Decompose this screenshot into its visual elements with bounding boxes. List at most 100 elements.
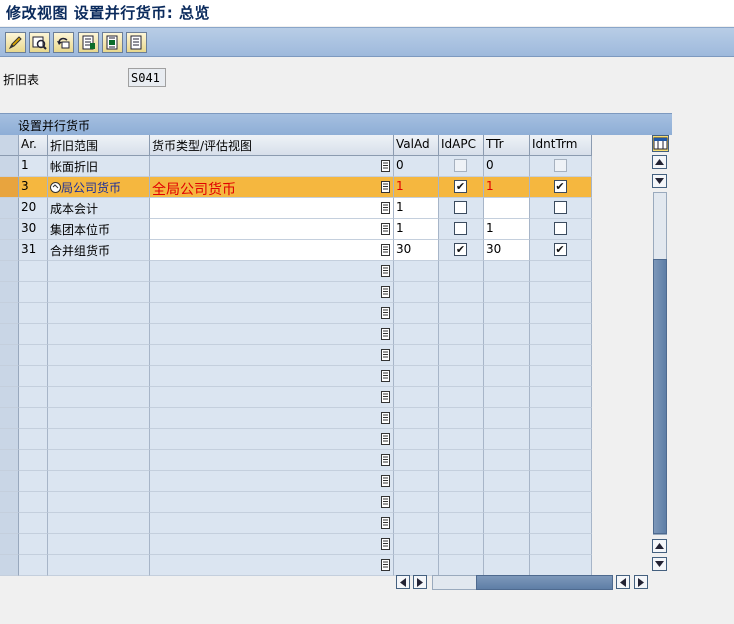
value-help-icon[interactable] [381, 265, 390, 277]
currency-type-field[interactable] [150, 408, 394, 429]
ttr-field[interactable]: 1 [484, 177, 530, 198]
ttr-field[interactable]: 30 [484, 240, 530, 261]
value-help-icon[interactable] [381, 202, 390, 214]
column-header-idnttrm[interactable]: IdntTrm [530, 135, 592, 156]
table-row[interactable]: 31 合并组货币 30 ✔ 30 ✔ [0, 240, 592, 261]
table-row[interactable]: 3 局公司货币 全局公司货币 1 ✔ 1 ✔ [0, 177, 592, 198]
value-help-icon[interactable] [381, 370, 390, 382]
row-selector[interactable] [0, 366, 19, 387]
table-row[interactable]: 30 集团本位币 1 1 [0, 219, 592, 240]
scroll-left-icon[interactable] [396, 575, 410, 589]
value-help-icon[interactable] [381, 433, 390, 445]
table-vertical-scrollbar[interactable] [652, 155, 668, 571]
empty-table-row[interactable] [0, 513, 592, 534]
valad-field[interactable]: 1 [394, 219, 439, 240]
value-help-icon[interactable] [381, 454, 390, 466]
table-settings-icon[interactable] [652, 135, 669, 152]
scroll-left-end-icon[interactable] [616, 575, 630, 589]
value-help-icon[interactable] [381, 244, 390, 256]
value-help-icon[interactable] [381, 181, 390, 193]
idapc-checkbox[interactable] [454, 201, 467, 214]
empty-table-row[interactable] [0, 282, 592, 303]
currency-type-field[interactable] [150, 429, 394, 450]
empty-table-row[interactable] [0, 261, 592, 282]
scroll-right-end-icon[interactable] [634, 575, 648, 589]
row-selector[interactable] [0, 240, 19, 261]
currency-type-field[interactable] [150, 282, 394, 303]
row-selector[interactable] [0, 513, 19, 534]
idnttrm-checkbox[interactable] [553, 201, 567, 214]
scroll-up-page-icon[interactable] [652, 155, 667, 169]
vertical-scroll-thumb[interactable] [653, 259, 667, 534]
currency-type-field[interactable]: 全局公司货币 [150, 177, 394, 198]
currency-type-field[interactable] [150, 240, 394, 261]
deselect-all-icon[interactable] [126, 32, 147, 53]
currency-type-field[interactable] [150, 303, 394, 324]
row-selector[interactable] [0, 429, 19, 450]
value-help-icon[interactable] [381, 538, 390, 550]
valad-field[interactable]: 1 [394, 198, 439, 219]
select-all-icon[interactable] [78, 32, 99, 53]
currency-type-field[interactable] [150, 366, 394, 387]
empty-table-row[interactable] [0, 408, 592, 429]
row-selector[interactable] [0, 555, 19, 576]
undo-icon[interactable] [53, 32, 74, 53]
value-help-icon[interactable] [381, 496, 390, 508]
edit-icon[interactable] [5, 32, 26, 53]
horizontal-scroll-thumb[interactable] [476, 575, 613, 590]
value-help-icon[interactable] [381, 223, 390, 235]
empty-table-row[interactable] [0, 471, 592, 492]
row-selector[interactable] [0, 534, 19, 555]
idnttrm-checkbox[interactable] [553, 222, 567, 235]
empty-table-row[interactable] [0, 324, 592, 345]
row-selector[interactable] [0, 471, 19, 492]
empty-table-row[interactable] [0, 303, 592, 324]
row-selector[interactable] [0, 282, 19, 303]
row-selector[interactable] [0, 450, 19, 471]
table-row[interactable]: 20 成本会计 1 [0, 198, 592, 219]
currency-type-field[interactable] [150, 261, 394, 282]
empty-table-row[interactable] [0, 492, 592, 513]
currency-type-field[interactable] [150, 555, 394, 576]
currency-type-field[interactable] [150, 345, 394, 366]
currency-type-field[interactable] [150, 387, 394, 408]
depreciation-chart-field[interactable]: S041 [128, 68, 166, 87]
ttr-field[interactable] [484, 198, 530, 219]
scroll-up-icon[interactable] [652, 174, 667, 188]
value-help-icon[interactable] [381, 391, 390, 403]
currency-type-field[interactable] [150, 219, 394, 240]
value-help-icon[interactable] [381, 517, 390, 529]
value-help-icon[interactable] [381, 328, 390, 340]
currency-type-field[interactable] [150, 492, 394, 513]
column-header-ar[interactable]: Ar. [19, 135, 48, 156]
value-help-icon[interactable] [381, 307, 390, 319]
row-selector[interactable] [0, 324, 19, 345]
empty-table-row[interactable] [0, 450, 592, 471]
empty-table-row[interactable] [0, 387, 592, 408]
table-row[interactable]: 1 帐面折旧 0 0 [0, 156, 592, 177]
value-help-icon[interactable] [381, 559, 390, 571]
column-header-valad[interactable]: ValAd [394, 135, 439, 156]
row-selector[interactable] [0, 345, 19, 366]
row-selector[interactable] [0, 219, 19, 240]
idapc-checkbox[interactable]: ✔ [454, 180, 467, 193]
select-block-icon[interactable] [102, 32, 123, 53]
column-header-depr-area[interactable]: 折旧范围 [48, 135, 150, 156]
empty-table-row[interactable] [0, 555, 592, 576]
row-selector[interactable] [0, 408, 19, 429]
select-all-rows-button[interactable] [0, 135, 19, 156]
value-help-icon[interactable] [381, 160, 390, 172]
value-help-icon[interactable] [381, 412, 390, 424]
scroll-down-icon[interactable] [652, 539, 667, 553]
idapc-checkbox[interactable]: ✔ [454, 243, 467, 256]
select-detail-icon[interactable] [29, 32, 50, 53]
row-selector[interactable] [0, 303, 19, 324]
scroll-down-page-icon[interactable] [652, 557, 667, 571]
ttr-field[interactable]: 1 [484, 219, 530, 240]
empty-table-row[interactable] [0, 345, 592, 366]
horizontal-scrollbar[interactable] [432, 575, 613, 590]
idnttrm-checkbox[interactable]: ✔ [553, 243, 567, 256]
row-selector[interactable] [0, 177, 19, 198]
currency-type-field[interactable] [150, 513, 394, 534]
empty-table-row[interactable] [0, 366, 592, 387]
